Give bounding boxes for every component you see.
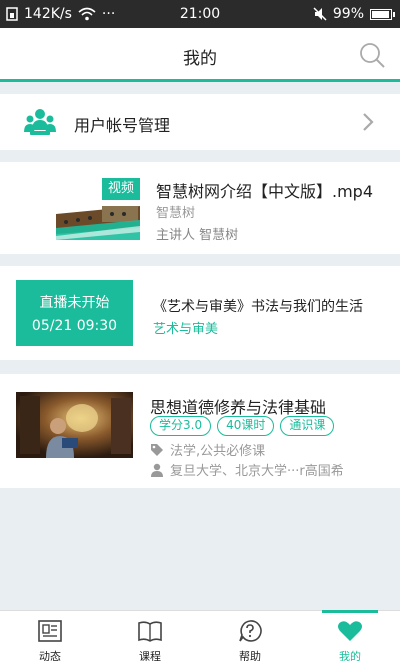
video-speaker: 主讲人 智慧树: [156, 228, 239, 243]
tab-label: 课程: [139, 650, 161, 661]
status-bar: 142K/s ··· 21:00 99%: [0, 0, 400, 28]
reading-child-thumbnail: [16, 392, 133, 458]
battery-percent: 99%: [332, 6, 364, 22]
live-status: 直播未开始: [39, 295, 110, 311]
tab-label: 我的: [339, 650, 361, 661]
nav-bar: 我的: [0, 28, 400, 82]
tab-label: 动态: [39, 650, 61, 661]
course-title: 思想道德修养与法律基础: [150, 398, 327, 417]
video-source: 智慧树: [156, 206, 196, 221]
course-thumbnail: [16, 392, 133, 458]
live-status-box: 直播未开始 05/21 09:30: [16, 280, 133, 346]
account-label: 用户帐号管理: [74, 116, 171, 135]
tab-mine[interactable]: 我的: [300, 610, 400, 661]
mute-icon: [313, 7, 327, 21]
live-title: 《艺术与审美》书法与我们的生活: [153, 299, 363, 315]
tab-help[interactable]: 帮助: [200, 611, 300, 661]
course-item[interactable]: 思想道德修养与法律基础 学分3.0 40课时 通识课 法学,公共必修课 复旦大学…: [0, 374, 400, 488]
video-title: 智慧树网介绍【中文版】.mp4: [156, 182, 374, 201]
battery-icon: [370, 8, 395, 20]
hours-tag: 40课时: [217, 416, 275, 436]
status-right: 99%: [313, 6, 395, 22]
users-icon: [24, 109, 56, 135]
course-category-row: 法学,公共必修课: [150, 440, 265, 459]
credit-tag: 学分3.0: [150, 416, 212, 436]
course-schools-row: 复旦大学、北京大学···r高国希: [150, 460, 344, 479]
type-tag: 通识课: [280, 416, 335, 436]
page-title: 我的: [183, 49, 217, 69]
bottom-tab-bar: 动态 课程 帮助 我的: [0, 610, 400, 661]
live-datetime: 05/21 09:30: [31, 318, 118, 334]
tab-courses[interactable]: 课程: [100, 611, 200, 661]
video-tag: 视频: [102, 178, 140, 200]
account-management-row[interactable]: 用户帐号管理: [0, 94, 400, 150]
course-schools: 复旦大学、北京大学···r高国希: [170, 464, 344, 479]
tab-label: 帮助: [239, 650, 261, 661]
person-icon: [151, 463, 163, 477]
course-tags: 学分3.0 40课时 通识课: [150, 416, 335, 436]
tag-icon: [151, 443, 163, 456]
help-icon: [239, 620, 262, 642]
chevron-right-icon: [363, 113, 374, 131]
live-item[interactable]: 直播未开始 05/21 09:30 《艺术与审美》书法与我们的生活 艺术与审美: [0, 266, 400, 360]
news-icon: [38, 620, 62, 642]
tab-news[interactable]: 动态: [0, 611, 100, 661]
live-course: 艺术与审美: [153, 322, 219, 337]
heart-icon: [338, 621, 362, 641]
book-icon: [138, 621, 162, 642]
video-item[interactable]: 视频 智慧树网介绍【中文版】.mp4 智慧树 主讲人 智慧树: [0, 162, 400, 254]
search-icon[interactable]: [358, 41, 386, 69]
course-category: 法学,公共必修课: [170, 444, 266, 459]
